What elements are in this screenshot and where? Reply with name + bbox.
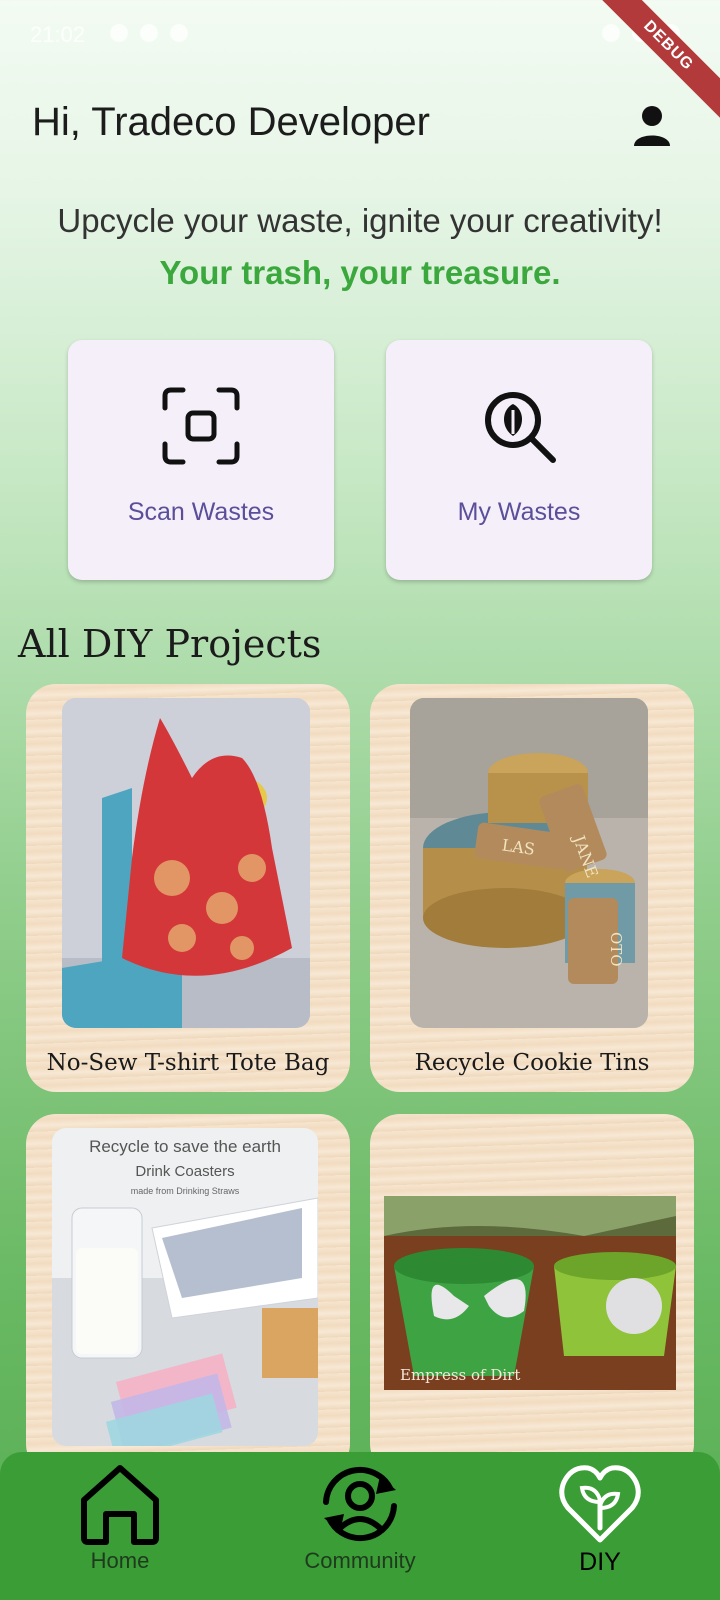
project-card-cookie-tins[interactable]: JANE LAS OTO Recycle Cookie Tins — [370, 684, 694, 1092]
my-wastes-label: My Wastes — [457, 498, 581, 526]
greeting-title: Hi, Tradeco Developer — [32, 100, 430, 144]
image-caption: Drink Coasters — [135, 1163, 234, 1180]
debug-banner: DEBUG — [594, 0, 720, 120]
project-image: JANE LAS OTO — [410, 698, 648, 1028]
status-notification-icons — [110, 24, 188, 42]
scan-wastes-button[interactable]: Scan Wastes — [68, 340, 334, 580]
nav-label-home: Home — [90, 1548, 150, 1573]
status-bar: 21:02 DEBUG — [0, 0, 720, 120]
project-title: Recycle Cookie Tins — [414, 1050, 650, 1076]
tote-bag-illustration — [62, 698, 310, 1028]
project-image: Empress of Dirt — [384, 1196, 676, 1390]
my-wastes-button[interactable]: My Wastes — [386, 340, 652, 580]
nav-item-diy[interactable]: DIY — [520, 1462, 680, 1577]
scan-icon — [162, 387, 240, 465]
nav-item-home[interactable]: Home — [40, 1462, 200, 1574]
tagline-highlight: Your trash, your treasure. — [159, 254, 561, 291]
cookie-tins-illustration: JANE LAS OTO — [410, 698, 648, 1028]
tagline: Upcycle your waste, ignite your creativi… — [57, 202, 663, 239]
image-caption: Recycle to save the earth — [89, 1137, 281, 1156]
project-card-tin-butterflies[interactable]: Empress of Dirt — [370, 1114, 694, 1474]
notification-icon — [140, 24, 158, 42]
project-image: Recycle to save the earth Drink Coasters… — [52, 1128, 318, 1446]
nav-label-community: Community — [304, 1548, 416, 1573]
nav-label-diy: DIY — [579, 1548, 621, 1576]
status-time: 21:02 — [30, 22, 86, 47]
notification-icon — [170, 24, 188, 42]
home-icon — [81, 1465, 159, 1545]
image-caption: made from Drinking Straws — [131, 1186, 240, 1196]
bottom-navigation: Home Community DIY — [0, 1452, 720, 1600]
project-title: No-Sew T-shirt Tote Bag — [46, 1050, 330, 1076]
nav-item-community[interactable]: Community — [280, 1462, 440, 1574]
section-title: All DIY Projects — [18, 622, 322, 666]
drink-coasters-illustration: Recycle to save the earth Drink Coasters… — [52, 1128, 318, 1446]
tin-butterflies-illustration: Empress of Dirt — [384, 1196, 676, 1390]
wifi-icon — [602, 24, 620, 42]
person-icon — [634, 106, 670, 146]
project-card-tote-bag[interactable]: No-Sew T-shirt Tote Bag — [26, 684, 350, 1092]
heart-sprout-icon — [559, 1465, 641, 1543]
notification-icon — [110, 24, 128, 42]
profile-button[interactable] — [632, 104, 672, 148]
leaf-search-icon — [485, 392, 556, 463]
image-caption: Empress of Dirt — [400, 1366, 520, 1384]
scan-wastes-label: Scan Wastes — [127, 498, 275, 526]
tag-label: OTO — [607, 932, 625, 967]
project-card-drink-coasters[interactable]: Recycle to save the earth Drink Coasters… — [26, 1114, 350, 1474]
project-image — [62, 698, 310, 1028]
community-icon — [323, 1466, 397, 1542]
